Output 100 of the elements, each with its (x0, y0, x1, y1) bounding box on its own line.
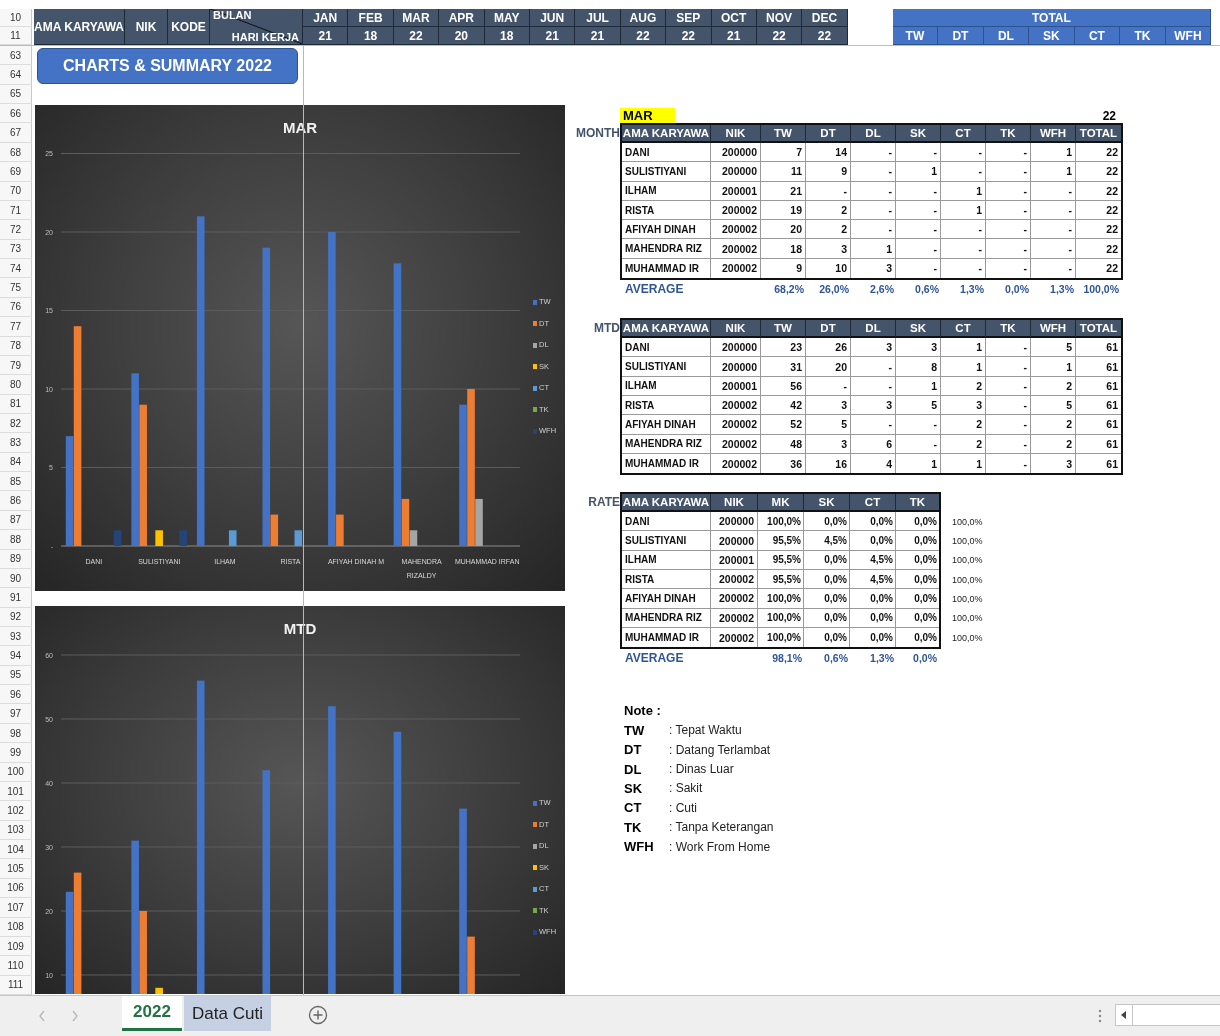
table-cell: - (851, 162, 896, 182)
column-header: SK (896, 125, 941, 143)
row-total: 100,0% (952, 536, 983, 547)
row-number: 110 (0, 956, 32, 976)
table-cell: DANI (622, 338, 711, 358)
note-text: : Cuti (669, 800, 698, 815)
table-cell: 61 (1076, 395, 1121, 416)
table-cell: 200002 (711, 258, 761, 279)
horizontal-scrollbar[interactable] (1115, 1004, 1220, 1026)
table-cell: 20 (761, 220, 806, 240)
chart-bar (179, 530, 187, 546)
column-header: AMA KARYAWA (622, 125, 711, 143)
row-number: 104 (0, 840, 32, 860)
table-cell: 9 (806, 162, 851, 182)
column-header: SK (896, 320, 941, 339)
column-header: SK (1029, 27, 1075, 45)
chart-bar (294, 530, 303, 546)
table-cell: 200002 (711, 570, 758, 590)
row-number: 66 (0, 104, 32, 124)
column-header: DT (806, 125, 851, 143)
table-cell: - (896, 143, 941, 163)
month-header: NOV (756, 9, 803, 27)
table-cell: - (986, 200, 1031, 221)
row-number: 102 (0, 801, 32, 821)
table-cell: 36 (761, 453, 806, 474)
table-cell: DANI (622, 143, 711, 163)
sheet-tab[interactable]: Data Cuti (184, 996, 271, 1031)
table-cell: 95,5% (758, 550, 804, 571)
table-cell: 4 (851, 453, 896, 474)
table-cell: 200001 (711, 550, 758, 571)
table-cell: - (941, 239, 986, 259)
table-cell: 22 (1076, 181, 1121, 201)
average-value: 0,6% (823, 651, 849, 664)
row-number: 101 (0, 781, 32, 802)
table-cell: 1 (941, 181, 986, 201)
table-cell: 14 (806, 143, 851, 163)
row-number: 69 (0, 162, 32, 182)
scroll-right-icon[interactable] (71, 1010, 79, 1022)
table-cell: 9 (761, 258, 806, 279)
row-number: 92 (0, 607, 32, 627)
workdays-cell: 21 (529, 27, 576, 45)
row-number: 79 (0, 355, 32, 376)
sheet-tab[interactable]: 2022 (122, 996, 182, 1031)
table-cell: 3 (806, 395, 851, 416)
table-cell: 200002 (711, 608, 758, 628)
row-number: 74 (0, 259, 32, 279)
row-number: 105 (0, 859, 32, 879)
table-cell: - (986, 162, 1031, 182)
table-cell: 0,0% (804, 570, 850, 590)
workdays-cell: 22 (620, 27, 667, 45)
column-header: AMA KARYAWA (622, 320, 711, 339)
table-cell: 200000 (711, 512, 758, 532)
table-cell: 22 (1076, 162, 1121, 182)
column-header: WFH (1031, 320, 1076, 339)
table-cell: MUHAMMAD IR (622, 627, 711, 648)
table-cell: 0,0% (850, 627, 896, 648)
table-cell: 1 (1031, 357, 1076, 377)
table-cell: 200000 (711, 531, 758, 551)
row-number: 10 (0, 9, 32, 27)
table-label: RATE (588, 495, 620, 510)
table-cell: ILHAM (622, 376, 711, 396)
row-number: 96 (0, 685, 32, 705)
table-cell: 26 (806, 338, 851, 358)
legend-swatch (533, 321, 537, 327)
column-header: CT (850, 494, 896, 513)
column-header: NIK (711, 320, 761, 339)
table-cell: 3 (896, 338, 941, 358)
table-cell: 3 (806, 434, 851, 454)
column-header: DT (938, 27, 984, 45)
table-cell: 200002 (711, 434, 761, 454)
table-label: MONTH (576, 126, 620, 140)
table-cell: RISTA (622, 570, 711, 590)
table-cell: 200002 (711, 395, 761, 416)
table-cell: - (986, 376, 1031, 396)
row-number: 90 (0, 568, 32, 589)
average-value: 68,2% (773, 282, 805, 295)
table-cell: - (806, 181, 851, 201)
row-number: 83 (0, 433, 32, 453)
month-header: MAY (484, 9, 530, 27)
row-total: 100,0% (952, 613, 983, 624)
note-text: : Sakit (669, 781, 704, 796)
row-number: 78 (0, 336, 32, 356)
scroll-left-icon[interactable] (1121, 1011, 1127, 1019)
month-header: JUL (575, 9, 621, 27)
table-cell: 22 (1076, 220, 1121, 240)
table-cell: - (986, 453, 1031, 474)
table-cell: 52 (761, 415, 806, 435)
table-cell: 61 (1076, 376, 1121, 396)
title-button[interactable]: CHARTS & SUMMARY 2022 (37, 48, 298, 84)
table-cell: RISTA (622, 395, 711, 416)
row-number: 88 (0, 530, 32, 550)
more-options-icon[interactable] (1098, 1008, 1102, 1024)
table-cell: 61 (1076, 338, 1121, 358)
table-cell: ILHAM (622, 181, 711, 201)
add-sheet-icon[interactable] (308, 1005, 328, 1025)
table-cell: 42 (761, 395, 806, 416)
average-value: 0,6% (914, 282, 940, 295)
column-header: DL (851, 320, 896, 339)
chart-bar (155, 530, 163, 546)
table-cell: 2 (1031, 376, 1076, 396)
